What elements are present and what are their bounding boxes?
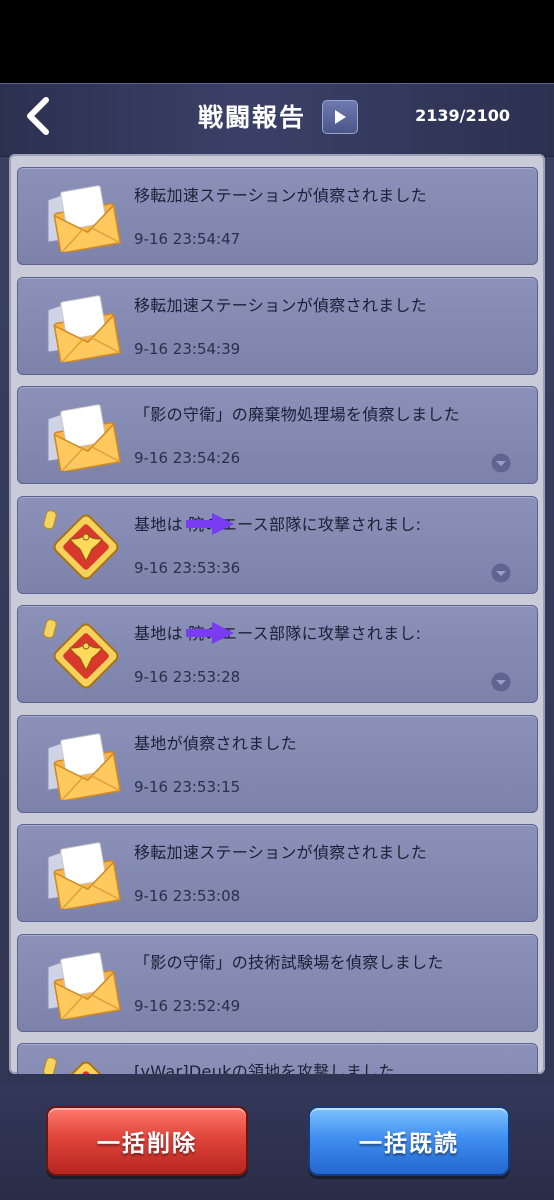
report-time: 9-16 23:54:39 — [134, 339, 241, 358]
report-row[interactable]: 「影の守衛」の廃棄物処理場を偵察しました 9-16 23:54:26 — [17, 386, 538, 484]
report-message: 移転加速ステーションが偵察されました — [134, 295, 428, 315]
read-all-button[interactable]: 一括既読 — [308, 1106, 510, 1176]
envelope-icon — [42, 290, 124, 364]
report-row[interactable]: 移転加速ステーションが偵察されました 9-16 23:54:47 — [17, 167, 538, 265]
report-time: 9-16 23:53:08 — [134, 887, 241, 905]
eagle-emblem-icon — [42, 618, 124, 690]
report-time: 9-16 23:54:26 — [134, 449, 241, 467]
report-row[interactable]: 基地は 院のエース部隊に攻撃されまし: 9-16 23:53:28 — [17, 605, 538, 703]
report-row[interactable]: 「影の守衛」の技術試験場を偵察しました 9-16 23:52:49 — [17, 933, 538, 1032]
expand-chevron-icon[interactable] — [491, 563, 511, 583]
report-time: 9-16 23:52:49 — [134, 996, 241, 1015]
report-row[interactable]: [yWar]Deukの領地を攻撃しました — [17, 1043, 538, 1074]
redaction-arrow-icon — [184, 620, 236, 646]
report-count: 2139/2100 — [415, 106, 510, 125]
play-right-icon — [335, 110, 346, 124]
header-bar: 戦闘報告 2139/2100 — [0, 83, 554, 157]
footer-bar: 一括削除 一括既読 — [0, 1084, 554, 1200]
envelope-icon — [42, 180, 124, 255]
report-message: 「影の守衛」の技術試験場を偵察しました — [134, 952, 444, 972]
report-row[interactable]: 移転加速ステーションが偵察されました 9-16 23:53:08 — [17, 824, 538, 922]
eagle-emblem-icon — [42, 1056, 124, 1074]
expand-chevron-icon[interactable] — [491, 453, 511, 473]
report-message: [yWar]Deukの領地を攻撃しました — [134, 1062, 395, 1074]
report-time: 9-16 23:54:47 — [134, 230, 241, 248]
report-row[interactable]: 基地は 院のエース部隊に攻撃されまし: 9-16 23:53:36 — [17, 495, 538, 594]
envelope-icon — [42, 399, 124, 474]
envelope-icon — [42, 728, 124, 802]
envelope-icon — [42, 837, 124, 912]
delete-all-button[interactable]: 一括削除 — [46, 1106, 248, 1176]
title-next-button[interactable] — [322, 100, 358, 134]
report-message: 基地が偵察されました — [134, 733, 298, 753]
redaction-arrow-icon — [184, 511, 236, 537]
page-title: 戦闘報告 — [198, 103, 307, 132]
report-row[interactable]: 基地が偵察されました 9-16 23:53:15 — [17, 714, 538, 813]
eagle-emblem-icon — [42, 509, 124, 581]
report-list[interactable]: 移転加速ステーションが偵察されました 9-16 23:54:47 移転加速ステーシ… — [9, 154, 545, 1074]
report-message: 「影の守衛」の廃棄物処理場を偵察しました — [134, 405, 461, 424]
chevron-left-icon — [27, 97, 49, 135]
report-row[interactable]: 移転加速ステーションが偵察されました 9-16 23:54:39 — [17, 276, 538, 375]
envelope-icon — [42, 947, 124, 1021]
report-message: 移転加速ステーションが偵察されました — [134, 186, 428, 205]
back-button[interactable] — [18, 96, 58, 136]
report-time: 9-16 23:53:36 — [134, 558, 241, 577]
report-message: 移転加速ステーションが偵察されました — [134, 843, 428, 862]
report-time: 9-16 23:53:15 — [134, 777, 241, 796]
report-time: 9-16 23:53:28 — [134, 668, 241, 686]
expand-chevron-icon[interactable] — [491, 672, 511, 692]
